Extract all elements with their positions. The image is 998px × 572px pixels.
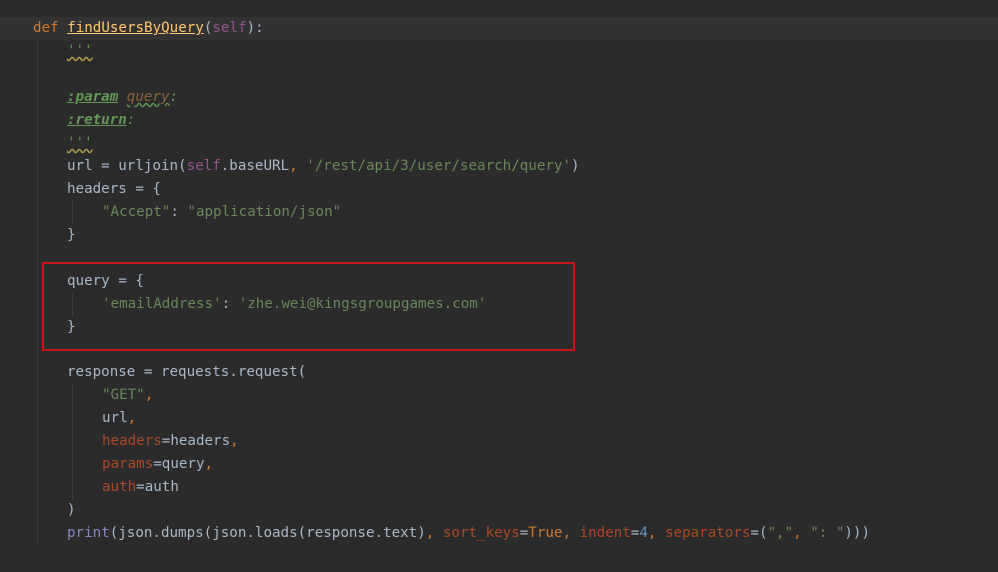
builtin-print: print (67, 525, 110, 541)
kwarg-params: params (102, 456, 154, 472)
code-line-def[interactable]: def findUsersByQuery(self): (0, 17, 998, 40)
kwarg-indent: indent (579, 525, 631, 541)
code-line-print[interactable]: print(json.dumps(json.loads(response.tex… (0, 522, 998, 545)
doc-colon: : (126, 112, 136, 128)
colon-sep: : (170, 204, 188, 220)
kwarg-value: =headers (161, 433, 231, 449)
kwarg-headers: headers (102, 433, 162, 449)
comma: , (425, 525, 443, 541)
code-line-method[interactable]: "GET", (0, 384, 998, 407)
separator-comma-string: "," (767, 525, 794, 541)
docstring-quotes: ''' (67, 135, 93, 151)
code-line-response[interactable]: response = requests.request( (0, 361, 998, 384)
base-url-attr: .baseURL (220, 158, 290, 174)
paren-close: ) (571, 158, 580, 174)
kwarg-auth: auth (102, 479, 137, 495)
method-string: "GET" (102, 387, 145, 403)
comma: , (562, 525, 580, 541)
accept-key: "Accept" (102, 204, 171, 220)
code-line-url[interactable]: url = urljoin(self.baseURL, '/rest/api/3… (0, 155, 998, 178)
code-line-accept-header[interactable]: "Accept": "application/json" (0, 201, 998, 224)
kwarg-value: =query (153, 456, 205, 472)
code-line-docstring-open[interactable]: ''' (0, 40, 998, 63)
doc-param-name: query (126, 89, 170, 105)
value-indent: 4 (639, 525, 648, 541)
self-param: self (212, 20, 247, 36)
code-line-url-arg[interactable]: url, (0, 407, 998, 430)
equals: = (519, 525, 529, 541)
code-line-docstring-close[interactable]: ''' (0, 132, 998, 155)
comma: , (793, 525, 811, 541)
headers-assign: headers = { (67, 181, 161, 197)
code-line-headers-open[interactable]: headers = { (0, 178, 998, 201)
code-editor[interactable]: def findUsersByQuery(self): ''' :param q… (0, 0, 998, 572)
highlight-box (42, 262, 575, 351)
code-line-headers-close[interactable]: } (0, 224, 998, 247)
doc-tag-param: :param (67, 89, 119, 105)
comma: , (204, 456, 214, 472)
kwarg-sort-keys: sort_keys (442, 525, 520, 541)
doc-tag-return: :return (67, 112, 127, 128)
doc-colon: : (169, 89, 179, 105)
docstring-quotes: ''' (67, 43, 93, 59)
code-line-auth-arg[interactable]: auth=auth (0, 476, 998, 499)
code-line-params-arg[interactable]: params=query, (0, 453, 998, 476)
comma: , (127, 410, 137, 426)
comma: , (289, 158, 307, 174)
code-line-doc-return[interactable]: :return: (0, 109, 998, 132)
comma: , (144, 387, 154, 403)
kwarg-value: =auth (136, 479, 179, 495)
paren-close: ))) (844, 525, 871, 541)
code-line-headers-arg[interactable]: headers=headers, (0, 430, 998, 453)
separator-colon-string: ": " (810, 525, 845, 541)
print-args: (json.dumps(json.loads(response.text) (109, 525, 426, 541)
value-true: True (528, 525, 563, 541)
function-name[interactable]: findUsersByQuery (67, 20, 204, 36)
brace-close: } (67, 227, 76, 243)
keyword-def: def (33, 20, 59, 36)
accept-value: "application/json" (187, 204, 342, 220)
code-line-doc-param[interactable]: :param query: (0, 86, 998, 109)
paren-close: ): (246, 20, 264, 36)
code-line-paren-close[interactable]: ) (0, 499, 998, 522)
url-path-string: '/rest/api/3/user/search/query' (306, 158, 571, 174)
comma: , (647, 525, 665, 541)
response-assign: response = requests.request( (67, 364, 307, 380)
self-ref: self (186, 158, 221, 174)
equals-paren: =( (750, 525, 768, 541)
url-arg: url (102, 410, 128, 426)
kwarg-separators: separators (664, 525, 751, 541)
comma: , (230, 433, 239, 449)
url-assign: url = urljoin( (67, 158, 187, 174)
paren-close: ) (67, 502, 76, 518)
